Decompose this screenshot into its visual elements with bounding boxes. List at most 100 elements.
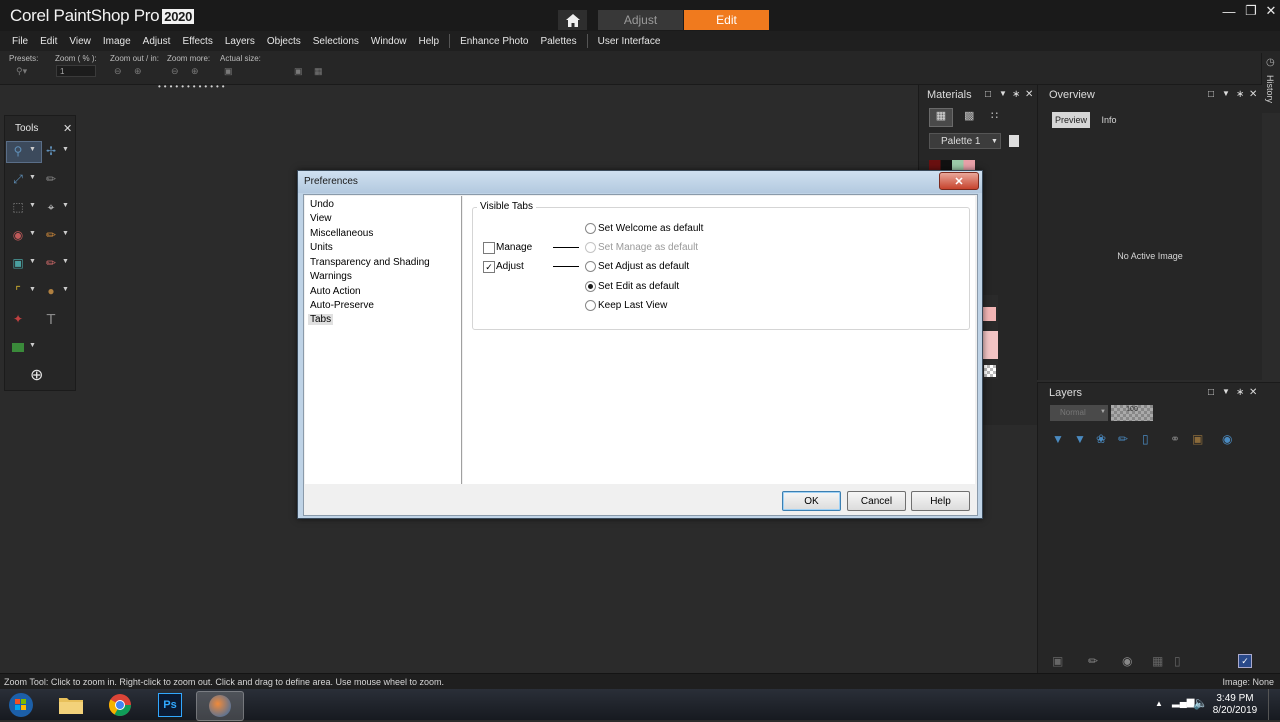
chevron-down-icon[interactable]: ▼: [62, 286, 69, 293]
red-eye-tool-icon[interactable]: ◉: [10, 227, 26, 243]
category-warnings[interactable]: Warnings: [310, 271, 352, 282]
category-units[interactable]: Units: [310, 242, 333, 253]
chevron-down-icon[interactable]: ▼: [62, 202, 69, 209]
link-layers-button[interactable]: ⚭: [1170, 432, 1180, 446]
dialog-close-button[interactable]: ✕: [939, 172, 979, 190]
taskbar-chrome[interactable]: [97, 691, 143, 719]
help-button[interactable]: Help: [911, 491, 970, 511]
menu-enhance-photo[interactable]: Enhance Photo: [454, 36, 534, 47]
menu-palettes[interactable]: Palettes: [534, 36, 582, 47]
history-dock[interactable]: ◷ History: [1261, 53, 1280, 113]
show-hidden-icons-button[interactable]: ▲: [1155, 699, 1163, 708]
pan-tool-icon[interactable]: ✢: [43, 143, 59, 159]
materials-menu-button[interactable]: ▼: [999, 89, 1007, 98]
menu-image[interactable]: Image: [97, 36, 137, 47]
tab-edit[interactable]: Edit: [684, 10, 769, 30]
radio-keep-last-view[interactable]: [585, 300, 596, 311]
palette-options-button[interactable]: [1009, 135, 1019, 147]
overview-pin-button[interactable]: ∗: [1236, 89, 1244, 100]
transparent-toggle[interactable]: [984, 365, 996, 377]
new-vector-layer-button[interactable]: ▼: [1074, 432, 1086, 446]
blend-mode-arrow[interactable]: ▼: [1100, 409, 1106, 415]
chevron-down-icon[interactable]: ▼: [62, 258, 69, 265]
ok-button[interactable]: OK: [782, 491, 841, 511]
menu-view[interactable]: View: [63, 36, 97, 47]
category-miscellaneous[interactable]: Miscellaneous: [310, 228, 373, 239]
tab-preview[interactable]: Preview: [1052, 112, 1090, 128]
dodge-tool-icon[interactable]: ⌜: [10, 283, 26, 299]
chevron-down-icon[interactable]: ▼: [62, 146, 69, 153]
frame-tab[interactable]: ∷: [991, 109, 998, 122]
menu-window[interactable]: Window: [365, 36, 413, 47]
category-list[interactable]: Undo View Miscellaneous Units Transparen…: [305, 196, 462, 484]
add-tool-button[interactable]: ⊕: [30, 365, 43, 385]
color-changer-tool-icon[interactable]: ✦: [10, 311, 26, 327]
overview-close-button[interactable]: ✕: [1249, 89, 1257, 100]
materials-close-button[interactable]: ✕: [1025, 89, 1033, 100]
materials-float-button[interactable]: □: [985, 89, 991, 100]
category-auto-preserve[interactable]: Auto-Preserve: [310, 300, 374, 311]
zoom-out-button[interactable]: ⊖: [114, 66, 122, 77]
volume-icon[interactable]: 🔈: [1193, 696, 1208, 710]
chevron-down-icon[interactable]: ▼: [62, 230, 69, 237]
brush-layer-button[interactable]: ✏: [1088, 654, 1098, 668]
fit-window-button[interactable]: ▣: [294, 66, 303, 77]
straighten-tool-icon[interactable]: ✏: [43, 171, 59, 187]
actual-size-button[interactable]: ▣: [224, 66, 233, 77]
category-transparency-shading[interactable]: Transparency and Shading: [310, 257, 430, 268]
chevron-down-icon[interactable]: ▼: [29, 146, 36, 153]
minimize-button[interactable]: —: [1218, 2, 1240, 20]
fill-tool-icon[interactable]: ●: [43, 283, 59, 299]
chevron-down-icon[interactable]: ▼: [29, 342, 36, 349]
taskbar-paintshop-pro[interactable]: [196, 691, 244, 721]
menu-effects[interactable]: Effects: [176, 36, 218, 47]
category-undo[interactable]: Undo: [310, 199, 334, 210]
palette-select-arrow[interactable]: ▼: [991, 138, 998, 145]
overview-menu-button[interactable]: ▼: [1222, 89, 1230, 98]
network-icon[interactable]: ▂▄▆: [1172, 697, 1194, 708]
close-button[interactable]: ✕: [1260, 2, 1280, 20]
zoom-in-button[interactable]: ⊕: [134, 66, 142, 77]
color-swatches[interactable]: [929, 160, 975, 170]
text-tool-icon[interactable]: T: [43, 311, 59, 328]
menu-layers[interactable]: Layers: [219, 36, 261, 47]
pick-tool-icon[interactable]: ⤢: [10, 171, 26, 187]
eraser-tool-icon[interactable]: ✏: [43, 255, 59, 271]
tab-adjust[interactable]: Adjust: [598, 10, 683, 30]
swatches-tab[interactable]: ▦: [929, 108, 953, 127]
docked-toolbar-handle[interactable]: ••••••••••••: [158, 82, 228, 91]
merge-button[interactable]: ▦: [1152, 654, 1163, 668]
menu-selections[interactable]: Selections: [307, 36, 365, 47]
dialog-title-bar[interactable]: Preferences ✕: [298, 171, 982, 193]
manage-checkbox[interactable]: [483, 242, 495, 254]
taskbar-photoshop[interactable]: Ps: [147, 691, 193, 719]
crop-tool-icon[interactable]: ⌖: [43, 199, 59, 215]
materials-pin-button[interactable]: ∗: [1012, 89, 1020, 100]
chevron-down-icon[interactable]: ▼: [29, 230, 36, 237]
menu-objects[interactable]: Objects: [261, 36, 307, 47]
category-auto-action[interactable]: Auto Action: [310, 286, 361, 297]
new-mask-button[interactable]: ❀: [1096, 432, 1106, 446]
zoom-tool-icon[interactable]: ⚲: [10, 143, 26, 159]
radio-adjust-default[interactable]: [585, 261, 596, 272]
zoom-more-out-button[interactable]: ⊖: [171, 66, 179, 77]
tab-info[interactable]: Info: [1096, 112, 1122, 128]
delete-layer-button[interactable]: ▯: [1174, 654, 1181, 668]
menu-file[interactable]: File: [0, 36, 34, 47]
layers-close-button[interactable]: ✕: [1249, 387, 1257, 398]
tools-close-button[interactable]: ✕: [63, 122, 72, 135]
taskbar-clock[interactable]: 3:49 PM 8/20/2019: [1208, 693, 1262, 717]
cancel-button[interactable]: Cancel: [847, 491, 906, 511]
menu-user-interface[interactable]: User Interface: [592, 36, 667, 47]
chevron-down-icon[interactable]: ▼: [29, 258, 36, 265]
lock-layer-button[interactable]: ▣: [1192, 432, 1203, 446]
zoom-more-in-button[interactable]: ⊕: [191, 66, 199, 77]
radio-edit-default[interactable]: [585, 281, 596, 292]
selection-tool-icon[interactable]: ⬚: [10, 199, 26, 215]
menu-adjust[interactable]: Adjust: [137, 36, 177, 47]
overview-float-button[interactable]: □: [1208, 89, 1214, 100]
preset-shape-tool-icon[interactable]: [10, 339, 26, 355]
chevron-down-icon[interactable]: ▼: [29, 202, 36, 209]
opacity-slider[interactable]: 100: [1111, 405, 1153, 421]
layer-styles-button[interactable]: ◉: [1222, 432, 1232, 446]
